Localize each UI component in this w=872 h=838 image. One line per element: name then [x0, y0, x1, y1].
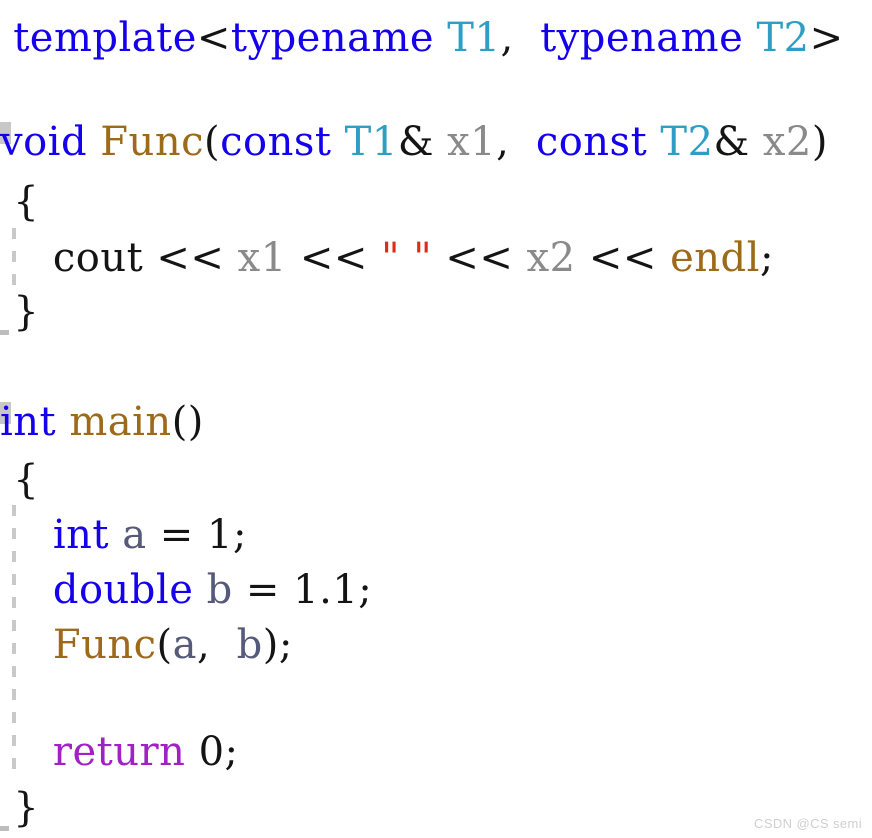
code-token: <<	[575, 235, 671, 281]
code-line[interactable]	[0, 338, 872, 398]
code-line[interactable]: int a = 1;	[0, 505, 872, 565]
code-token: {	[0, 457, 40, 503]
code-token: cout	[52, 235, 144, 281]
watermark: CSDN @CS semi	[754, 816, 862, 831]
code-token: = 1.1;	[232, 567, 373, 613]
code-token: double	[52, 567, 194, 613]
code-token: a	[122, 512, 147, 558]
code-token: int	[0, 399, 57, 445]
code-token: (	[156, 622, 173, 668]
code-token: " "	[381, 235, 433, 281]
code-token: <<	[143, 235, 238, 281]
code-token: x2	[762, 119, 812, 165]
code-token: );	[262, 622, 293, 668]
code-editor-canvas: template<typename T1, typename T2> void F…	[0, 0, 872, 837]
code-token: void	[0, 119, 88, 165]
code-token: ,	[500, 15, 541, 61]
code-token: const	[220, 119, 332, 165]
code-token: &	[713, 119, 763, 165]
code-token: T2	[756, 15, 810, 61]
code-token: }	[0, 785, 40, 831]
code-line[interactable]: {	[0, 450, 872, 510]
code-token: }	[0, 289, 40, 335]
code-token: typename	[230, 15, 435, 61]
code-line[interactable]: Func(a, b);	[0, 615, 872, 675]
code-token: return	[52, 729, 186, 775]
code-line[interactable]: double b = 1.1;	[0, 560, 872, 620]
code-token: <<	[432, 235, 527, 281]
code-token: ,	[496, 119, 536, 165]
code-token: a	[172, 622, 198, 668]
code-token: b	[206, 567, 233, 613]
code-token: (	[203, 119, 221, 165]
code-token: int	[52, 512, 109, 558]
code-line[interactable]	[0, 668, 872, 728]
code-token: endl	[670, 235, 760, 281]
code-token: ,	[197, 622, 237, 668]
code-token: <	[196, 15, 231, 61]
code-line[interactable]: }	[0, 282, 872, 342]
code-token: x2	[526, 235, 576, 281]
code-token: = 1;	[146, 512, 247, 558]
code-token: T1	[447, 15, 501, 61]
code-token: T2	[660, 119, 714, 165]
code-token: 0;	[185, 729, 239, 775]
code-token: typename	[540, 15, 744, 61]
code-token: &	[397, 119, 448, 165]
code-line[interactable]: {	[0, 172, 872, 232]
code-token: <<	[286, 235, 382, 281]
code-token: template	[13, 15, 197, 61]
code-line[interactable]: return 0;	[0, 722, 872, 782]
code-token: {	[0, 179, 40, 225]
code-token: Func	[100, 119, 204, 165]
code-token: )	[811, 119, 828, 165]
code-line[interactable]: cout << x1 << " " << x2 << endl;	[0, 228, 872, 288]
code-token: T1	[344, 119, 398, 165]
code-line[interactable]: void Func(const T1& x1, const T2& x2)	[0, 112, 872, 172]
code-line[interactable]: }	[0, 778, 872, 838]
code-line[interactable]: int main()	[0, 392, 872, 452]
code-token: x1	[447, 119, 497, 165]
code-token: ()	[171, 399, 204, 445]
code-line[interactable]: template<typename T1, typename T2>	[0, 8, 872, 68]
code-token: ;	[759, 235, 774, 281]
code-token: b	[236, 622, 263, 668]
code-token: x1	[237, 235, 287, 281]
code-token: main	[69, 399, 172, 445]
code-token: Func	[52, 622, 157, 668]
code-token: >	[809, 15, 844, 61]
code-token: const	[535, 119, 648, 165]
